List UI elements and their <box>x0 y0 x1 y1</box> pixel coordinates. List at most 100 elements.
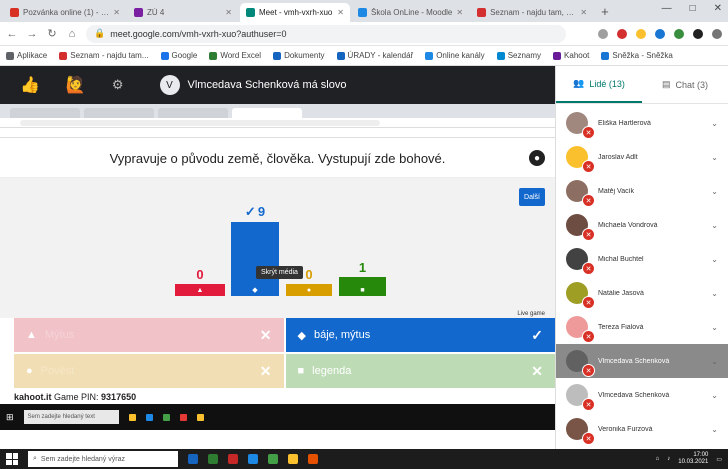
participant-name: Jaroslav Adlt <box>598 153 638 161</box>
powerpoint-icon[interactable] <box>228 454 238 464</box>
participant-row[interactable]: ✕ Tereza Fialová ⌄ <box>556 310 728 344</box>
chevron-down-icon[interactable]: ⌄ <box>711 391 718 400</box>
participant-row[interactable]: ✕ Vlmcedava Schenková ⌄ <box>556 344 728 378</box>
tab-label: Seznam - najdu tam, co hl... <box>490 8 576 17</box>
thumbs-up-icon[interactable]: 👍 <box>20 75 40 95</box>
bookmark-icon <box>425 51 434 60</box>
home-icon[interactable]: ⌂ <box>66 28 78 40</box>
settings-icon[interactable]: ⚙ <box>112 77 124 93</box>
close-icon[interactable]: ✕ <box>580 8 587 17</box>
info-icon[interactable]: ● <box>529 150 545 166</box>
close-icon[interactable]: ✕ <box>113 8 120 17</box>
chevron-down-icon[interactable]: ⌄ <box>711 221 718 230</box>
answer-label: Mýtus <box>44 329 75 341</box>
network-icon[interactable]: ⌂ <box>656 456 660 462</box>
bookmark-label: Dokumenty <box>284 51 325 60</box>
next-button[interactable]: Další <box>519 188 545 206</box>
mic-off-icon: ✕ <box>582 296 595 309</box>
close-icon[interactable]: ✕ <box>337 8 344 17</box>
pin-value: 9317650 <box>101 392 137 402</box>
participant-row[interactable]: ✕ Michal Buchtel ⌄ <box>556 242 728 276</box>
maximize-button[interactable]: □ <box>690 3 696 14</box>
avatar: ✕ <box>566 112 595 139</box>
chevron-down-icon[interactable]: ⌄ <box>711 119 718 128</box>
bookmark-icon <box>59 51 68 60</box>
forward-icon[interactable]: → <box>26 28 38 40</box>
mic-off-icon: ✕ <box>582 432 595 445</box>
tab-people[interactable]: 👥 Lidé (13) <box>556 66 642 103</box>
clock[interactable]: 17:00 10.03.2021 <box>678 452 708 465</box>
notifications-icon[interactable]: ▭ <box>716 456 722 463</box>
participant-row[interactable]: ✕ Veronika Furzová ⌄ <box>556 412 728 446</box>
chevron-down-icon[interactable]: ⌄ <box>711 255 718 264</box>
volume-icon[interactable]: ♪ <box>667 456 670 462</box>
lock-icon: 🔒 <box>94 28 106 38</box>
bar-count-value: 0 <box>196 267 204 282</box>
browser-tab[interactable]: Škola OnLine - Moodle ✕ <box>352 3 469 22</box>
participant-name: Michal Buchtel <box>598 255 644 263</box>
participant-name: Vlmcedava Schenková <box>598 391 670 399</box>
extension-icon[interactable] <box>674 28 684 39</box>
participant-row[interactable]: ✕ Eliška Hartlerová ⌄ <box>556 106 728 140</box>
mic-off-icon: ✕ <box>582 398 595 411</box>
extension-icons <box>598 28 722 39</box>
reload-icon[interactable]: ↻ <box>46 27 58 40</box>
extension-icon[interactable] <box>693 28 703 39</box>
url-field[interactable]: 🔒 meet.google.com/vmh-vxrh-xuo?authuser=… <box>86 24 566 43</box>
bookmark-item[interactable]: Kahoot <box>553 51 589 60</box>
participant-row[interactable]: ✕ Jaroslav Adlt ⌄ <box>556 140 728 174</box>
chrome-icon[interactable] <box>268 454 278 464</box>
browser-tab[interactable]: Seznam - najdu tam, co hl... ✕ <box>471 3 593 22</box>
bookmark-item[interactable]: Word Excel <box>209 51 261 60</box>
extension-icon[interactable] <box>655 28 665 39</box>
profile-icon[interactable] <box>712 28 722 39</box>
word-icon[interactable] <box>248 454 258 464</box>
app-icon[interactable] <box>308 454 318 464</box>
back-icon[interactable]: ← <box>6 28 18 40</box>
close-window-button[interactable]: ✕ <box>714 3 722 14</box>
chevron-down-icon[interactable]: ⌄ <box>711 323 718 332</box>
extension-icon[interactable] <box>636 28 646 39</box>
star-icon[interactable] <box>598 28 608 39</box>
close-icon[interactable]: ✕ <box>225 8 232 17</box>
bookmark-label: Seznamy <box>507 51 542 60</box>
bookmark-item[interactable]: Seznamy <box>496 51 542 60</box>
excel-icon[interactable] <box>208 454 218 464</box>
presenter-text: Vlmcedava Schenková má slovo <box>187 79 347 91</box>
chevron-down-icon[interactable]: ⌄ <box>711 357 718 366</box>
chevron-down-icon[interactable]: ⌄ <box>711 425 718 434</box>
chevron-down-icon[interactable]: ⌄ <box>711 153 718 162</box>
system-tray: ⌂ ♪ 17:00 10.03.2021 ▭ <box>656 452 722 465</box>
bookmark-item[interactable]: ÚRADY - kalendář <box>336 51 413 60</box>
bookmark-item[interactable]: Dokumenty <box>273 51 325 60</box>
bookmark-item[interactable]: Aplikace <box>6 51 47 60</box>
cross-icon: ✕ <box>259 362 272 379</box>
bar-count-label: 1 <box>359 260 366 275</box>
minimize-button[interactable]: — <box>662 3 672 14</box>
explorer-icon[interactable] <box>288 454 298 464</box>
bookmark-item[interactable]: Google <box>160 51 197 60</box>
chevron-down-icon[interactable]: ⌄ <box>711 289 718 298</box>
chat-icon: ▤ <box>661 79 671 89</box>
participant-row[interactable]: ✕ Natálie Jasová ⌄ <box>556 276 728 310</box>
browser-tab[interactable]: ZÚ 4 ✕ <box>128 3 238 22</box>
browser-tab[interactable]: Pozvánka online (1) - učitel✕ <box>4 3 126 22</box>
bookmark-item[interactable]: Seznam - najdu tam... <box>59 51 149 60</box>
participant-row[interactable]: ✕ Vlmcedava Schenková ⌄ <box>556 378 728 412</box>
bookmark-item[interactable]: Sněžka - Sněžka <box>601 51 673 60</box>
chevron-down-icon[interactable]: ⌄ <box>711 187 718 196</box>
extension-icon[interactable] <box>617 28 627 39</box>
bookmark-icon <box>160 51 169 60</box>
raise-hand-icon[interactable]: 🙋 <box>66 75 86 95</box>
tab-chat[interactable]: ▤ Chat (3) <box>642 66 728 103</box>
task-view-icon[interactable] <box>188 454 198 464</box>
participant-row[interactable]: ✕ Michaela Vondrová ⌄ <box>556 208 728 242</box>
bookmark-item[interactable]: Online kanály <box>425 51 485 60</box>
participant-row[interactable]: ✕ Matěj Vacík ⌄ <box>556 174 728 208</box>
windows-start-icon[interactable] <box>6 453 18 465</box>
close-icon[interactable]: ✕ <box>456 8 463 17</box>
new-tab-button[interactable]: + <box>595 4 615 22</box>
question-text: Vypravuje o původu země, člověka. Vystup… <box>109 151 446 166</box>
taskbar-search[interactable]: ⌕ Sem zadejte hledaný výraz <box>28 451 178 467</box>
browser-tab[interactable]: Meet - vmh-vxrh-xuo ✕ <box>240 3 350 22</box>
